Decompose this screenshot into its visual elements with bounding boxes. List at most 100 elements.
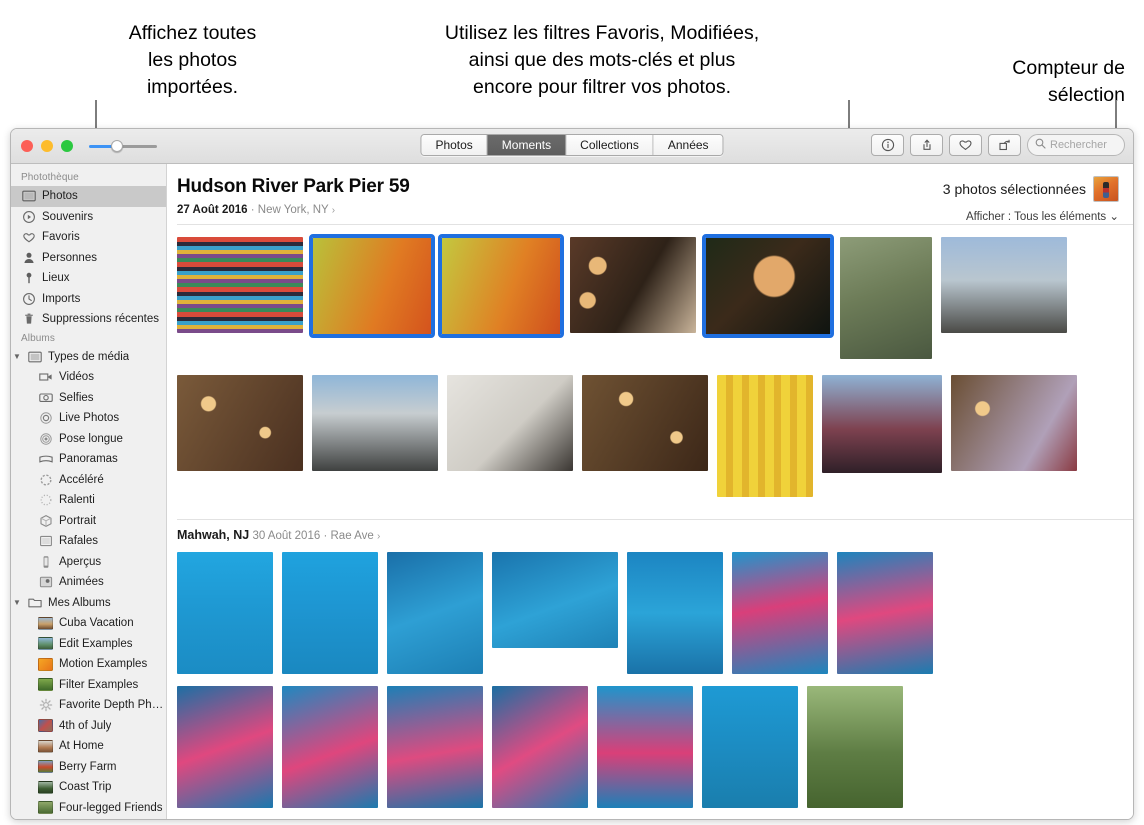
sidebar-item-selfies[interactable]: Selfies: [11, 388, 166, 409]
photo-thumbnail[interactable]: [492, 552, 618, 648]
photo-thumbnail[interactable]: [387, 552, 483, 674]
photo-thumbnail-selected[interactable]: [438, 234, 564, 338]
photo-thumbnail[interactable]: [177, 686, 273, 808]
favorite-button[interactable]: [949, 134, 982, 156]
photo-thumbnail[interactable]: [447, 375, 573, 471]
sidebar-item-souvenirs[interactable]: Souvenirs: [11, 207, 166, 228]
sidebar-item-personnes[interactable]: Personnes: [11, 248, 166, 269]
sidebar-item-at-home[interactable]: At Home: [11, 736, 166, 757]
photo-row[interactable]: [177, 225, 1133, 359]
sidebar-item-motion-examples[interactable]: Motion Examples: [11, 654, 166, 675]
photo-row[interactable]: [177, 674, 1133, 808]
photo-thumbnail[interactable]: [732, 552, 828, 674]
sidebar-item-videos[interactable]: Vidéos: [11, 367, 166, 388]
info-button[interactable]: [871, 134, 904, 156]
photo-thumbnail[interactable]: [282, 686, 378, 808]
photo-thumbnail[interactable]: [570, 237, 696, 333]
photo-thumbnail[interactable]: [177, 375, 303, 471]
sidebar-item-portrait[interactable]: Portrait: [11, 511, 166, 532]
tab-photos[interactable]: Photos: [421, 135, 488, 155]
sidebar-group-phototheque: Photothèque: [21, 172, 79, 183]
sidebar[interactable]: Photothèque Photos Souvenirs Favoris Per…: [11, 164, 167, 819]
sidebar-item-panoramas[interactable]: Panoramas: [11, 449, 166, 470]
pin-icon: [21, 271, 36, 286]
view-mode-tabs[interactable]: Photos Moments Collections Années: [420, 134, 724, 156]
sidebar-item-animees[interactable]: Animées: [11, 572, 166, 593]
photo-thumbnail[interactable]: [951, 375, 1077, 471]
search-icon: [1035, 136, 1046, 154]
sidebar-item-favorite-depth-photos[interactable]: Favorite Depth Phot…: [11, 695, 166, 716]
photo-thumbnail[interactable]: [492, 686, 588, 808]
search-field[interactable]: [1027, 134, 1125, 156]
sidebar-item-ralenti[interactable]: Ralenti: [11, 490, 166, 511]
moment-place[interactable]: New York, NY: [258, 204, 329, 216]
sidebar-item-label: Favoris: [42, 231, 80, 244]
search-input[interactable]: [1050, 139, 1117, 151]
moment-place[interactable]: Rae Ave: [331, 530, 374, 542]
photo-thumbnail[interactable]: [717, 375, 813, 497]
photo-thumbnail[interactable]: [627, 552, 723, 674]
zoom-button[interactable]: [61, 140, 73, 152]
photo-thumbnail[interactable]: [840, 237, 932, 359]
photo-grid-area[interactable]: 3 photos sélectionnées Afficher : Tous l…: [167, 164, 1133, 819]
sidebar-item-suppressions-recentes[interactable]: Suppressions récentes: [11, 309, 166, 330]
window-controls: [21, 140, 73, 152]
photo-row[interactable]: [177, 542, 1133, 674]
chevron-right-icon[interactable]: ›: [377, 531, 380, 542]
rotate-button[interactable]: [988, 134, 1021, 156]
photo-thumbnail[interactable]: [941, 237, 1067, 333]
sidebar-item-live-photos[interactable]: Live Photos: [11, 408, 166, 429]
moment-header: Mahwah, NJ 30 Août 2016 · Rae Ave ›: [177, 520, 1133, 542]
sidebar-item-accelere[interactable]: Accéléré: [11, 470, 166, 491]
sidebar-item-imports[interactable]: Imports: [11, 289, 166, 310]
sidebar-item-berry-farm[interactable]: Berry Farm: [11, 757, 166, 778]
rotate-icon: [997, 138, 1012, 152]
photo-thumbnail[interactable]: [312, 375, 438, 471]
sidebar-item-mes-albums[interactable]: ▼ Mes Albums: [11, 593, 166, 614]
close-button[interactable]: [21, 140, 33, 152]
photo-thumbnail[interactable]: [837, 552, 933, 674]
slider-knob[interactable]: [111, 140, 123, 152]
sidebar-item-photos[interactable]: Photos: [11, 186, 166, 207]
chevron-right-icon[interactable]: ›: [332, 205, 335, 216]
sidebar-item-label: Favorite Depth Phot…: [59, 699, 166, 712]
sidebar-item-label: Types de média: [48, 350, 130, 363]
chevron-down-icon[interactable]: ▼: [13, 352, 22, 361]
share-icon: [920, 138, 934, 152]
photo-thumbnail[interactable]: [597, 686, 693, 808]
person-icon: [21, 250, 36, 265]
sidebar-item-edit-examples[interactable]: Edit Examples: [11, 634, 166, 655]
photo-thumbnail[interactable]: [807, 686, 903, 808]
photo-thumbnail[interactable]: [387, 686, 483, 808]
camera-icon: [38, 390, 53, 405]
sidebar-item-types-de-media[interactable]: ▼ Types de média: [11, 347, 166, 368]
photo-thumbnail[interactable]: [282, 552, 378, 674]
photo-thumbnail-selected[interactable]: [309, 234, 435, 338]
filter-dropdown[interactable]: Afficher : Tous les éléments ⌄: [966, 209, 1119, 223]
photo-thumbnail[interactable]: [582, 375, 708, 471]
share-button[interactable]: [910, 134, 943, 156]
photo-thumbnail[interactable]: [177, 552, 273, 674]
photo-row[interactable]: [177, 359, 1133, 497]
sidebar-item-favoris[interactable]: Favoris: [11, 227, 166, 248]
chevron-down-icon[interactable]: ▼: [13, 598, 22, 607]
sidebar-item-pose-longue[interactable]: Pose longue: [11, 429, 166, 450]
sidebar-item-rafales[interactable]: Rafales: [11, 531, 166, 552]
tab-collections[interactable]: Collections: [566, 135, 654, 155]
photo-thumbnail[interactable]: [702, 686, 798, 808]
photo-thumbnail[interactable]: [177, 237, 303, 333]
sidebar-item-4th-of-july[interactable]: 4th of July: [11, 716, 166, 737]
sidebar-item-apercus[interactable]: Aperçus: [11, 552, 166, 573]
sidebar-item-filter-examples[interactable]: Filter Examples: [11, 675, 166, 696]
sidebar-item-cuba-vacation[interactable]: Cuba Vacation: [11, 613, 166, 634]
thumbnail-size-slider[interactable]: [89, 140, 157, 152]
tab-annees[interactable]: Années: [653, 135, 723, 155]
sidebar-item-coast-trip[interactable]: Coast Trip: [11, 777, 166, 798]
tab-moments[interactable]: Moments: [487, 135, 567, 155]
minimize-button[interactable]: [41, 140, 53, 152]
sidebar-item-lieux[interactable]: Lieux: [11, 268, 166, 289]
photo-thumbnail-selected[interactable]: [702, 234, 834, 338]
photo-thumbnail[interactable]: [822, 375, 942, 473]
heart-icon: [21, 230, 36, 245]
sidebar-item-four-legged-friends[interactable]: Four-legged Friends: [11, 798, 166, 819]
